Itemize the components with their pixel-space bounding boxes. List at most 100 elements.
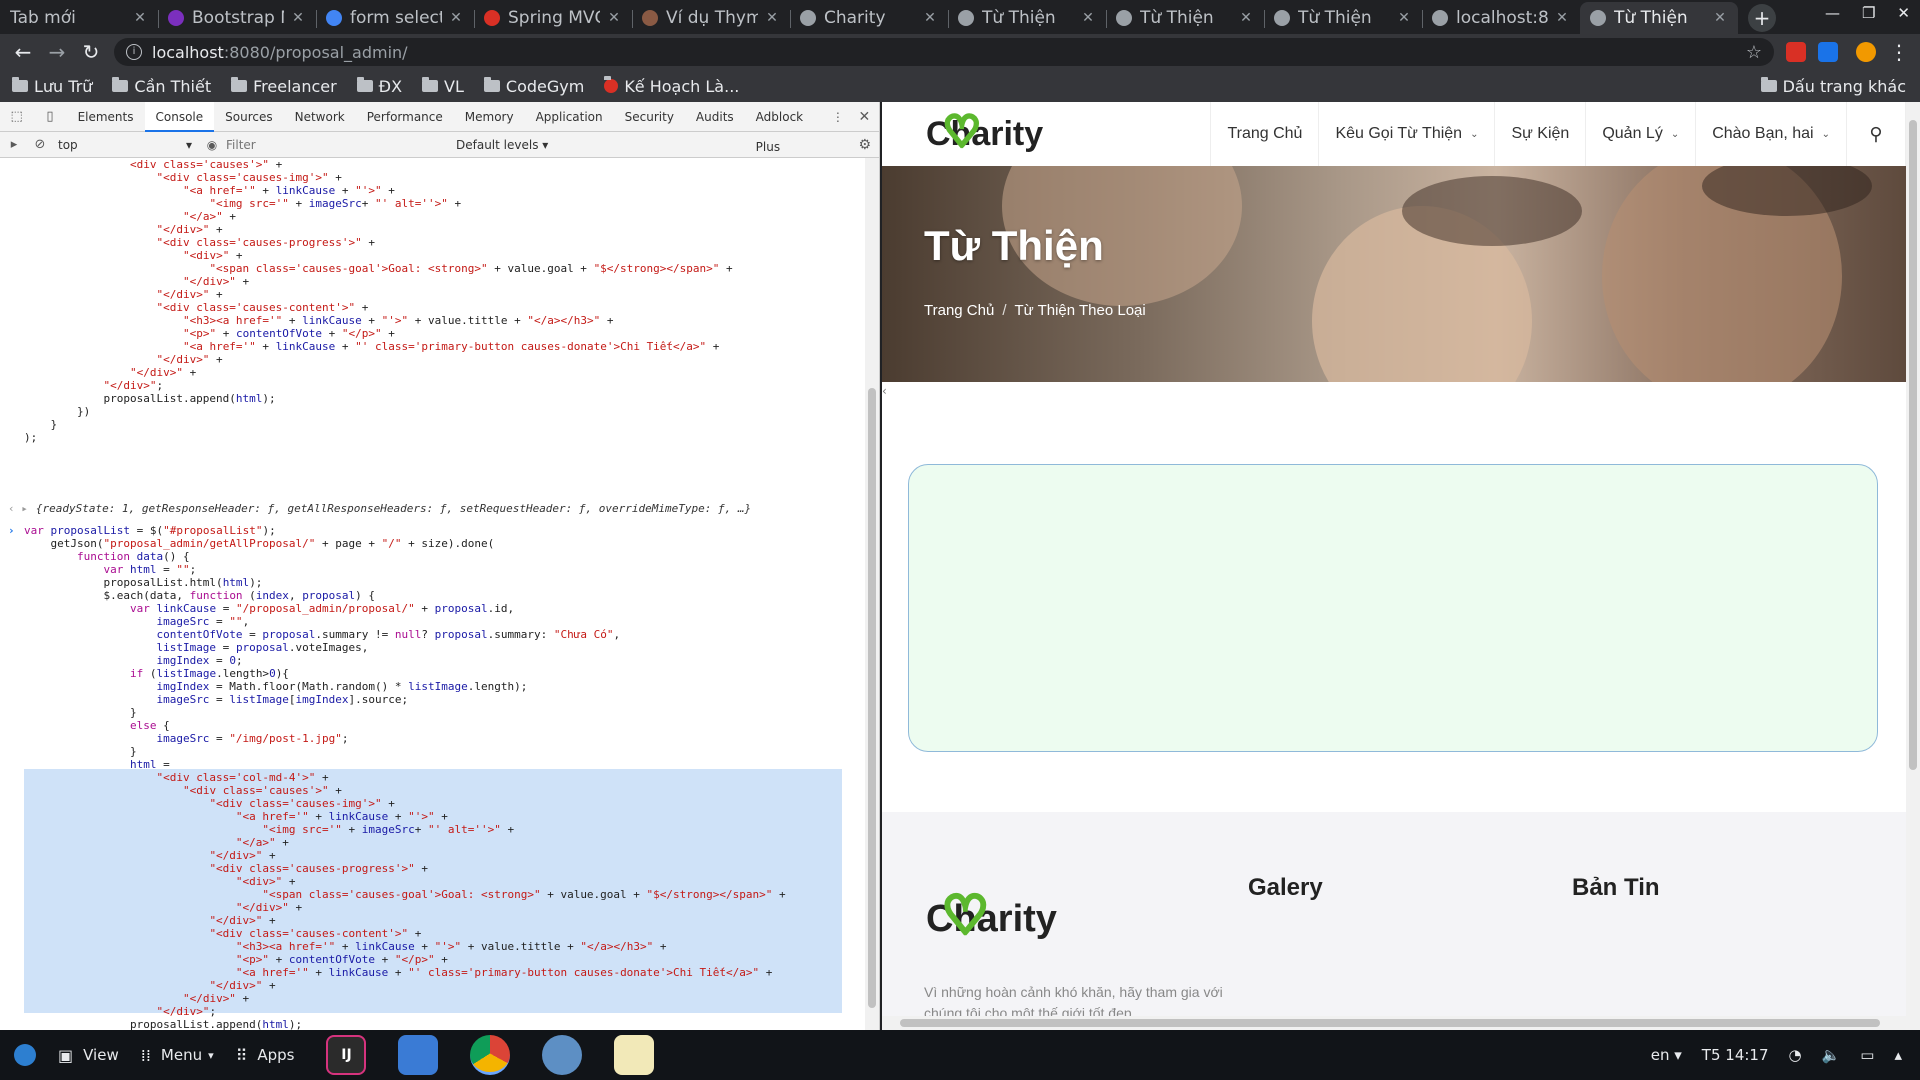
page-scroll-thumb[interactable]	[1909, 120, 1917, 770]
inspect-element-icon[interactable]: ⬚	[0, 102, 33, 132]
devtools-tab-elements[interactable]: Elements	[67, 102, 145, 132]
notes-app-icon[interactable]	[614, 1035, 655, 1075]
devtools-tab-adblock-plus[interactable]: Adblock Plus	[745, 102, 826, 154]
intellij-app-icon[interactable]: IJ	[326, 1035, 367, 1075]
console-result[interactable]: ‹ ▸ {readyState: 1, getResponseHeader: ƒ,…	[0, 502, 866, 515]
site-logo[interactable]: ♡ Charity	[926, 106, 1043, 156]
new-tab-button[interactable]: +	[1748, 4, 1776, 32]
clock[interactable]: T5 14:17	[1702, 1046, 1769, 1064]
close-tab-icon[interactable]: ✕	[1712, 10, 1728, 26]
browser-tab[interactable]: Từ Thiện ✕	[1106, 2, 1264, 34]
system-logo-icon[interactable]	[14, 1044, 36, 1066]
battery-icon[interactable]: ▭	[1860, 1046, 1874, 1064]
other-bookmarks[interactable]: Dấu trang khác	[1760, 77, 1906, 96]
restore-icon[interactable]: ❐	[1862, 4, 1875, 22]
bookmark-item[interactable]: Cần Thiết	[112, 77, 211, 96]
browser-tab[interactable]: Tab mới ✕	[0, 2, 158, 34]
nav-item[interactable]: Chào Bạn, hai ⌄	[1695, 102, 1846, 166]
page-scroll-thumb[interactable]	[900, 1019, 1880, 1027]
adblock-extension-icon[interactable]	[1786, 42, 1806, 62]
browser-tab[interactable]: Spring MVC ✕	[474, 2, 632, 34]
more-options-icon[interactable]: ⋮	[826, 110, 850, 124]
bookmark-item[interactable]: Freelancer	[231, 77, 337, 96]
close-tab-icon[interactable]: ✕	[1238, 10, 1254, 26]
menu-button[interactable]: ⁞⁞ Menu ▾	[141, 1046, 214, 1065]
extension-icon[interactable]	[1818, 42, 1838, 62]
dolphin-app-icon[interactable]	[542, 1035, 583, 1075]
bookmark-item[interactable]: ĐX	[356, 77, 402, 96]
footer-logo[interactable]: ♡ Charity	[926, 886, 1057, 947]
page-horizontal-scrollbar[interactable]	[882, 1016, 1920, 1030]
language-select[interactable]: en ▾	[1651, 1046, 1682, 1064]
bookmark-item[interactable]: VL	[422, 77, 464, 96]
apps-button[interactable]: ⠿ Apps	[236, 1046, 295, 1065]
browser-tab[interactable]: localhost:80 ✕	[1422, 2, 1580, 34]
close-tab-icon[interactable]: ✕	[132, 10, 148, 26]
close-tab-icon[interactable]: ✕	[764, 10, 780, 26]
page-vertical-scrollbar[interactable]	[1906, 102, 1920, 1020]
browser-tab[interactable]: Bootstrap M ✕	[158, 2, 316, 34]
profile-avatar-icon[interactable]	[1856, 42, 1876, 62]
sidebar-toggle-icon[interactable]: ▸	[0, 130, 28, 160]
gear-icon[interactable]: ⚙	[858, 137, 871, 153]
volume-icon[interactable]: 🔈	[1822, 1046, 1841, 1064]
close-tab-icon[interactable]: ✕	[448, 10, 464, 26]
reload-icon[interactable]: ↻	[74, 40, 108, 64]
browser-tab[interactable]: Từ Thiện ✕	[1580, 2, 1738, 34]
address-bar[interactable]: i localhost:8080/proposal_admin/ ☆	[114, 38, 1774, 66]
minimize-icon[interactable]: —	[1825, 4, 1840, 22]
browser-tab[interactable]: Charity ✕	[790, 2, 948, 34]
breadcrumb-home-link[interactable]: Trang Chủ	[924, 302, 994, 319]
close-tab-icon[interactable]: ✕	[606, 10, 622, 26]
language-label: en	[1650, 1046, 1670, 1064]
devtools-tab-sources[interactable]: Sources	[214, 102, 283, 132]
info-icon[interactable]: i	[126, 44, 142, 60]
forward-icon[interactable]: →	[40, 40, 74, 64]
devtools-tab-network[interactable]: Network	[284, 102, 356, 132]
browser-tab[interactable]: form select ✕	[316, 2, 474, 34]
devtools-tab-security[interactable]: Security	[614, 102, 685, 132]
close-tab-icon[interactable]: ✕	[1396, 10, 1412, 26]
browser-tab[interactable]: Ví dụ Thyme ✕	[632, 2, 790, 34]
console-output[interactable]: <div class='causes'>" + "<div class='cau…	[0, 158, 866, 1030]
favicon-icon	[484, 10, 500, 26]
devtools-tab-audits[interactable]: Audits	[685, 102, 745, 132]
back-icon[interactable]: ←	[6, 40, 40, 64]
console-scroll-thumb[interactable]	[868, 388, 876, 1008]
context-select[interactable]: top ▾	[58, 138, 198, 152]
browser-tab[interactable]: Từ Thiện ✕	[948, 2, 1106, 34]
wifi-icon[interactable]: ◔	[1789, 1046, 1802, 1064]
close-tab-icon[interactable]: ✕	[290, 10, 306, 26]
file-manager-app-icon[interactable]	[398, 1035, 439, 1075]
nav-item[interactable]: Quản Lý ⌄	[1585, 102, 1695, 166]
tray-expand-icon[interactable]: ▴	[1894, 1046, 1902, 1064]
search-icon[interactable]: ⚲	[1846, 102, 1906, 166]
devtools-tab-application[interactable]: Application	[525, 102, 614, 132]
close-devtools-icon[interactable]: ✕	[850, 109, 879, 125]
close-window-icon[interactable]: ✕	[1897, 4, 1910, 22]
devtools-tab-memory[interactable]: Memory	[454, 102, 525, 132]
browser-tab[interactable]: Từ Thiện ✕	[1264, 2, 1422, 34]
bookmark-item[interactable]: Kế Hoạch Là...	[604, 76, 739, 96]
bookmark-item[interactable]: CodeGym	[483, 77, 584, 96]
bookmark-star-icon[interactable]: ☆	[1746, 42, 1762, 63]
log-levels-select[interactable]: Default levels ▾	[456, 138, 548, 152]
clear-console-icon[interactable]: ⊘	[28, 130, 52, 160]
menu-dots-icon[interactable]: ⋮	[1882, 40, 1916, 64]
live-expression-icon[interactable]: ◉	[198, 138, 226, 152]
device-toolbar-icon[interactable]: ▯	[33, 102, 66, 132]
view-button[interactable]: ▣ View	[58, 1046, 119, 1065]
chrome-app-icon[interactable]	[470, 1035, 511, 1075]
close-tab-icon[interactable]: ✕	[1080, 10, 1096, 26]
console-filter-input[interactable]	[226, 134, 426, 155]
nav-item[interactable]: Trang Chủ	[1210, 102, 1318, 166]
nav-item[interactable]: Sự Kiện	[1494, 102, 1585, 166]
close-tab-icon[interactable]: ✕	[922, 10, 938, 26]
devtools-tab-console[interactable]: Console	[144, 101, 215, 132]
nav-item-label: Trang Chủ	[1227, 125, 1303, 142]
bookmark-item[interactable]: Lưu Trữ	[12, 77, 92, 96]
console-scrollbar[interactable]	[865, 158, 879, 1030]
close-tab-icon[interactable]: ✕	[1554, 10, 1570, 26]
devtools-tab-performance[interactable]: Performance	[356, 102, 454, 132]
nav-item[interactable]: Kêu Gọi Từ Thiện ⌄	[1318, 102, 1494, 166]
